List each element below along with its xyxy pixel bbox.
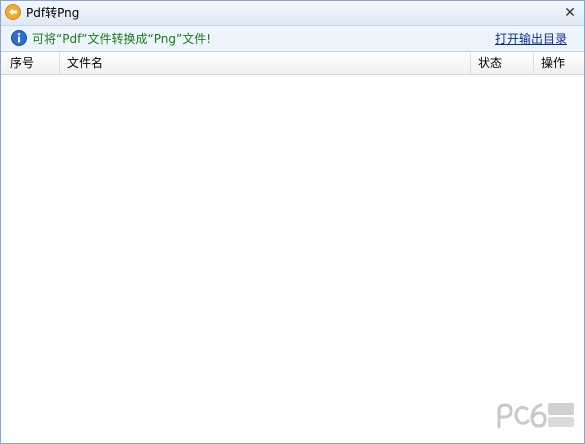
- info-bar: 可将“Pdf”文件转换成“Png”文件! 打开输出目录: [1, 26, 584, 52]
- info-icon: [11, 30, 27, 46]
- window-title: Pdf转Png: [26, 6, 80, 20]
- close-button[interactable]: ✕: [562, 5, 578, 21]
- app-window: Pdf转Png ✕ 可将“Pdf”文件转换成“Png”文件! 打开输出目录 序号…: [0, 0, 585, 444]
- file-list-body[interactable]: [1, 75, 584, 443]
- open-output-dir-link[interactable]: 打开输出目录: [495, 31, 567, 47]
- titlebar: Pdf转Png ✕: [1, 1, 584, 26]
- table-header: 序号 文件名 状态 操作: [1, 53, 584, 75]
- column-header-status[interactable]: 状态: [471, 53, 534, 74]
- column-header-action[interactable]: 操作: [534, 53, 579, 74]
- site-watermark-logo: [497, 403, 574, 429]
- info-message: 可将“Pdf”文件转换成“Png”文件!: [32, 32, 212, 46]
- app-logo-icon: [5, 4, 21, 20]
- column-header-filename[interactable]: 文件名: [60, 53, 471, 74]
- column-header-index[interactable]: 序号: [3, 53, 60, 74]
